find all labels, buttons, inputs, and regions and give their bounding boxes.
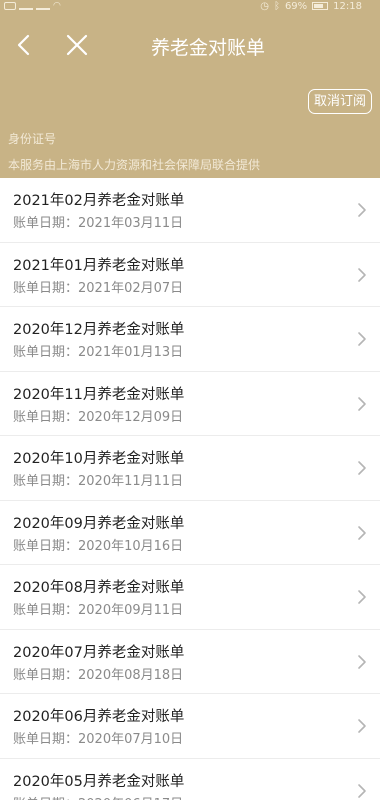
chevron-right-icon [358,461,366,475]
statement-row[interactable]: 2020年11月养老金对账单 账单日期：2020年12月09日 [0,372,380,436]
statement-date: 账单日期：2020年07月10日 [13,728,183,747]
statement-row[interactable]: 2020年12月养老金对账单 账单日期：2021年01月13日 [0,307,380,372]
page-title: 养老金对账单 [150,37,265,59]
statement-title: 2020年05月养老金对账单 [13,773,185,790]
chevron-right-icon [358,590,366,604]
alarm-icon: ◷ [260,0,269,12]
statement-title: 2020年08月养老金对账单 [13,580,185,596]
statement-date: 账单日期：2020年11月11日 [13,470,183,489]
statement-date-value: 2020年07月10日 [78,732,184,747]
statement-row[interactable]: 2020年09月养老金对账单 账单日期：2020年10月16日 [0,501,380,565]
signal-icon [19,2,33,10]
statement-date-label: 账单日期： [13,474,79,489]
chevron-right-icon [358,525,366,540]
status-left: ◠ [4,0,61,12]
chevron-right-icon [358,396,366,411]
hd-icon [4,2,16,10]
statement-date-label: 账单日期： [13,603,79,618]
statement-title: 2020年12月养老金对账单 [13,322,185,338]
bluetooth-icon: ᛒ [273,0,280,12]
statement-date: 账单日期：2021年01月13日 [13,341,183,360]
chevron-right-icon [358,783,366,798]
chevron-right-icon [358,654,366,669]
statement-date-value: 2021年03月11日 [78,216,184,231]
statement-date: 账单日期：2021年03月11日 [13,212,183,231]
statement-title: 2020年07月养老金对账单 [13,644,185,661]
clock: 12:18 [333,0,362,12]
statement-date: 账单日期：2020年09月11日 [13,599,183,618]
statement-date-label: 账单日期： [13,409,79,425]
status-right: ◷ ᛒ 69% 12:18 [260,0,362,12]
statement-title: 2020年06月养老金对账单 [13,709,185,725]
statement-date-value: 2020年08月18日 [78,667,184,683]
id-number-label: 身份证号 [8,132,57,146]
statement-date-label: 账单日期： [13,216,79,231]
battery-percent: 69% [284,0,308,12]
statement-title: 2020年10月养老金对账单 [13,451,185,467]
statement-date-label: 账单日期： [13,538,79,554]
statement-row[interactable]: 2021年02月养老金对账单 账单日期：2021年03月11日 [0,178,380,243]
statement-date-label: 账单日期： [13,345,79,360]
chevron-right-icon [358,203,366,217]
statement-list: 2021年02月养老金对账单 账单日期：2021年03月11日 2021年01月养老… [0,178,380,800]
statement-date-label: 账单日期： [13,732,79,747]
statement-row[interactable]: 2020年10月养老金对账单 账单日期：2020年11月11日 [0,436,380,501]
statement-row[interactable]: 2020年05月养老金对账单账单日期：2020年06月17日 [0,759,380,800]
provider-note: 本服务由上海市人力资源和社会保障局联合提供 [8,158,261,172]
battery-icon [312,2,329,10]
unsubscribe-button[interactable]: 取消订阅 [307,89,372,114]
statement-row[interactable]: 2020年08月养老金对账单 账单日期：2020年09月11日 [0,565,380,630]
statement-date: 账单日期：2020年12月09日 [13,406,183,425]
statement-title: 2020年11月养老金对账单 [13,386,185,403]
statement-date-label: 账单日期： [13,280,79,296]
statement-date-value: 2020年12月09日 [78,409,184,425]
signal-2-icon [36,2,50,10]
statement-date: 账单日期：2020年06月17日 [13,793,183,800]
statement-row[interactable]: 2020年07月养老金对账单 账单日期：2020年08月18日 [0,630,380,694]
header: ◠ ◷ ᛒ 69% 12:18 养老金对账单 取消订阅 身份证号 本服务由上海市… [0,0,380,178]
wifi-icon: ◠ [53,1,61,11]
statement-row[interactable]: 2021年01月养老金对账单 账单日期：2021年02月07日 [0,243,380,307]
statement-date-value: 2020年11月11日 [78,474,184,489]
statement-date-value: 2020年06月17日 [78,797,183,800]
chevron-right-icon [358,267,366,282]
statement-date-label: 账单日期： [13,667,79,683]
statement-date-value: 2021年01月13日 [78,345,184,360]
statement-date: 账单日期：2020年10月16日 [13,535,183,554]
statement-title: 2020年09月养老金对账单 [13,515,185,532]
statement-date-value: 2020年10月16日 [78,538,184,554]
statement-date: 账单日期：2021年02月07日 [13,277,183,296]
statement-date-value: 2020年09月11日 [78,603,184,618]
statement-date-value: 2021年02月07日 [78,280,184,296]
statement-title: 2021年01月养老金对账单 [13,257,185,274]
statement-row[interactable]: 2020年06月养老金对账单 账单日期：2020年07月10日 [0,694,380,759]
chevron-right-icon [358,332,366,346]
statement-date: 账单日期：2020年08月18日 [13,664,183,683]
statement-date-label: 账单日期： [13,797,78,800]
status-bar: ◠ ◷ ᛒ 69% 12:18 [0,0,380,14]
chevron-right-icon [358,719,366,733]
statement-title: 2021年02月养老金对账单 [13,193,185,209]
